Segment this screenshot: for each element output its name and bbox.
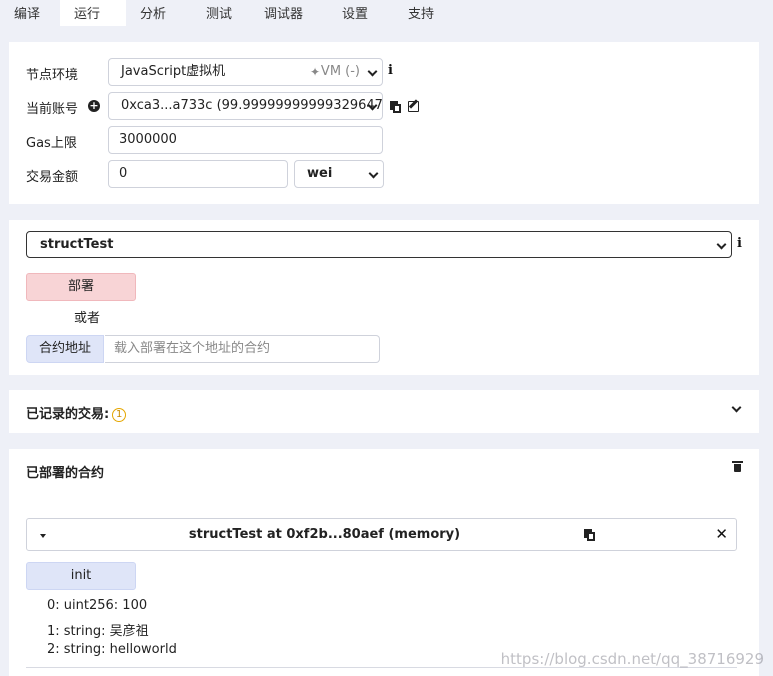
init-button[interactable]: init — [26, 562, 136, 590]
environment-row: 节点环境 JavaScript虚拟机 ✦ VM (-) i — [9, 58, 759, 86]
gas-label: Gas上限 — [26, 136, 77, 151]
chevron-down-icon — [716, 239, 727, 250]
account-label: 当前账号 — [26, 102, 79, 117]
recorded-header: 已记录的交易: 1 — [26, 403, 127, 422]
account-select[interactable]: 0xca3...a733c (99.99999999999329647 — [108, 92, 383, 120]
chevron-down-icon — [367, 66, 378, 77]
tab-support[interactable]: 支持 — [394, 0, 454, 26]
edit-icon[interactable] — [408, 101, 419, 112]
chevron-down-icon — [368, 168, 379, 179]
deployed-contracts-panel: 已部署的合约 structTest at 0xf2b...80aef (memo… — [9, 449, 759, 676]
tab-test[interactable]: 测试 — [192, 0, 250, 26]
info-icon[interactable]: i — [737, 236, 742, 251]
value-label: 交易金额 — [26, 170, 79, 185]
deploy-button[interactable]: 部署 — [26, 273, 136, 301]
tab-settings[interactable]: 设置 — [328, 0, 394, 26]
run-settings-panel: 节点环境 JavaScript虚拟机 ✦ VM (-) i 当前账号 + 0xc… — [9, 42, 759, 204]
tab-compile[interactable]: 编译 — [0, 0, 60, 26]
environment-label: 节点环境 — [26, 68, 79, 83]
unit-select[interactable]: wei — [294, 160, 384, 188]
deploy-panel: structTest i 部署 或者 合约地址 载入部署在这个地址的合约 — [9, 220, 759, 375]
recorded-count-badge: 1 — [112, 408, 127, 422]
tab-analysis[interactable]: 分析 — [126, 0, 192, 26]
account-value: 0xca3...a733c (99.99999999999329647 — [121, 98, 383, 113]
chevron-down-icon[interactable] — [731, 402, 742, 413]
environment-select[interactable]: JavaScript虚拟机 ✦ VM (-) — [108, 58, 383, 86]
close-icon[interactable]: ✕ — [715, 525, 728, 543]
copy-icon[interactable] — [584, 529, 595, 541]
top-tabs: 编译 运行 分析 测试 调试器 设置 支持 — [0, 0, 773, 26]
tab-run[interactable]: 运行 — [60, 0, 126, 26]
account-row: 当前账号 + 0xca3...a733c (99.999999999993296… — [9, 92, 759, 120]
plug-icon: ✦ — [309, 65, 320, 79]
output-line: 0: uint256: 100 — [47, 598, 148, 613]
at-address-input[interactable]: 载入部署在这个地址的合约 — [105, 335, 380, 363]
output-line: 2: string: helloworld — [47, 642, 177, 657]
environment-value: JavaScript虚拟机 — [121, 64, 226, 79]
recorded-label: 已记录的交易: — [26, 407, 110, 422]
contract-instance-header[interactable]: structTest at 0xf2b...80aef (memory) ✕ — [26, 518, 737, 551]
recorded-transactions-panel[interactable]: 已记录的交易: 1 — [9, 390, 759, 433]
tab-debugger[interactable]: 调试器 — [250, 0, 328, 26]
output-line: 1: string: 吴彦祖 — [47, 624, 149, 639]
at-address-button[interactable]: 合约地址 — [26, 335, 104, 363]
vm-tag: VM (-) — [320, 64, 360, 79]
contract-instance-title: structTest at 0xf2b...80aef (memory) — [188, 527, 461, 542]
or-text: 或者 — [74, 311, 101, 326]
deployed-title: 已部署的合约 — [26, 466, 105, 481]
contract-select[interactable]: structTest — [26, 231, 732, 258]
trash-icon[interactable] — [732, 461, 743, 472]
copy-icon[interactable] — [390, 101, 401, 113]
watermark: https://blog.csdn.net/qq_38716929 — [500, 650, 764, 668]
value-row: 交易金额 0 wei — [9, 160, 759, 188]
value-input[interactable]: 0 — [108, 160, 288, 188]
unit-value: wei — [307, 166, 333, 181]
add-account-icon[interactable]: + — [88, 100, 100, 112]
gas-limit-input[interactable]: 3000000 — [108, 126, 383, 154]
contract-value: structTest — [40, 237, 114, 252]
info-icon[interactable]: i — [388, 63, 393, 78]
gas-row: Gas上限 3000000 — [9, 126, 759, 154]
